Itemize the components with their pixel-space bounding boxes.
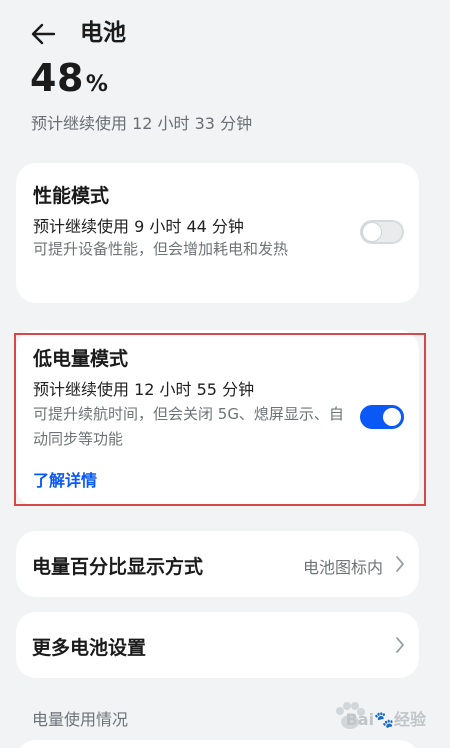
learn-more-link[interactable]: 了解详情 xyxy=(33,467,97,491)
battery-estimate: 预计继续使用 12 小时 33 分钟 xyxy=(31,114,253,133)
performance-mode-estimate: 预计继续使用 9 小时 44 分钟 xyxy=(33,217,244,236)
performance-mode-card[interactable]: 性能模式 预计继续使用 9 小时 44 分钟 可提升设备性能，但会增加耗电和发热 xyxy=(16,163,419,303)
low-power-mode-toggle[interactable] xyxy=(360,405,404,429)
performance-mode-title: 性能模式 xyxy=(33,185,110,207)
watermark-text: Bai🐾经验 xyxy=(345,710,426,729)
percentage-display-value: 电池图标内 xyxy=(302,558,383,577)
more-battery-settings-label: 更多电池设置 xyxy=(32,637,147,659)
percentage-display-label: 电量百分比显示方式 xyxy=(32,556,204,578)
page-title: 电池 xyxy=(80,20,126,46)
chevron-right-icon xyxy=(396,556,404,572)
percent-sign: % xyxy=(85,72,108,97)
performance-mode-description: 可提升设备性能，但会增加耗电和发热 xyxy=(33,240,289,258)
usage-card xyxy=(16,740,419,748)
battery-percentage: 48 xyxy=(30,56,84,100)
low-power-mode-estimate: 预计继续使用 12 小时 55 分钟 xyxy=(33,380,255,399)
chevron-right-icon xyxy=(396,637,404,653)
percentage-display-row[interactable]: 电量百分比显示方式 电池图标内 xyxy=(16,531,419,597)
usage-section-header: 电量使用情况 xyxy=(32,710,129,729)
arrow-left-icon[interactable] xyxy=(28,18,60,50)
low-power-mode-title: 低电量模式 xyxy=(33,348,129,370)
toggle-knob xyxy=(383,408,401,426)
more-battery-settings-row[interactable]: 更多电池设置 xyxy=(16,612,419,678)
low-power-mode-card[interactable]: 低电量模式 预计继续使用 12 小时 55 分钟 可提升续航时间，但会关闭 5G… xyxy=(16,330,419,506)
low-power-mode-description: 可提升续航时间，但会关闭 5G、熄屏显示、自动同步等功能 xyxy=(33,405,344,448)
toggle-knob xyxy=(363,223,381,241)
battery-level: 48% xyxy=(30,58,108,106)
header: 电池 xyxy=(0,0,450,64)
battery-settings-page: 电池 48% 预计继续使用 12 小时 33 分钟 性能模式 预计继续使用 9 … xyxy=(0,0,450,748)
performance-mode-toggle[interactable] xyxy=(360,220,404,244)
